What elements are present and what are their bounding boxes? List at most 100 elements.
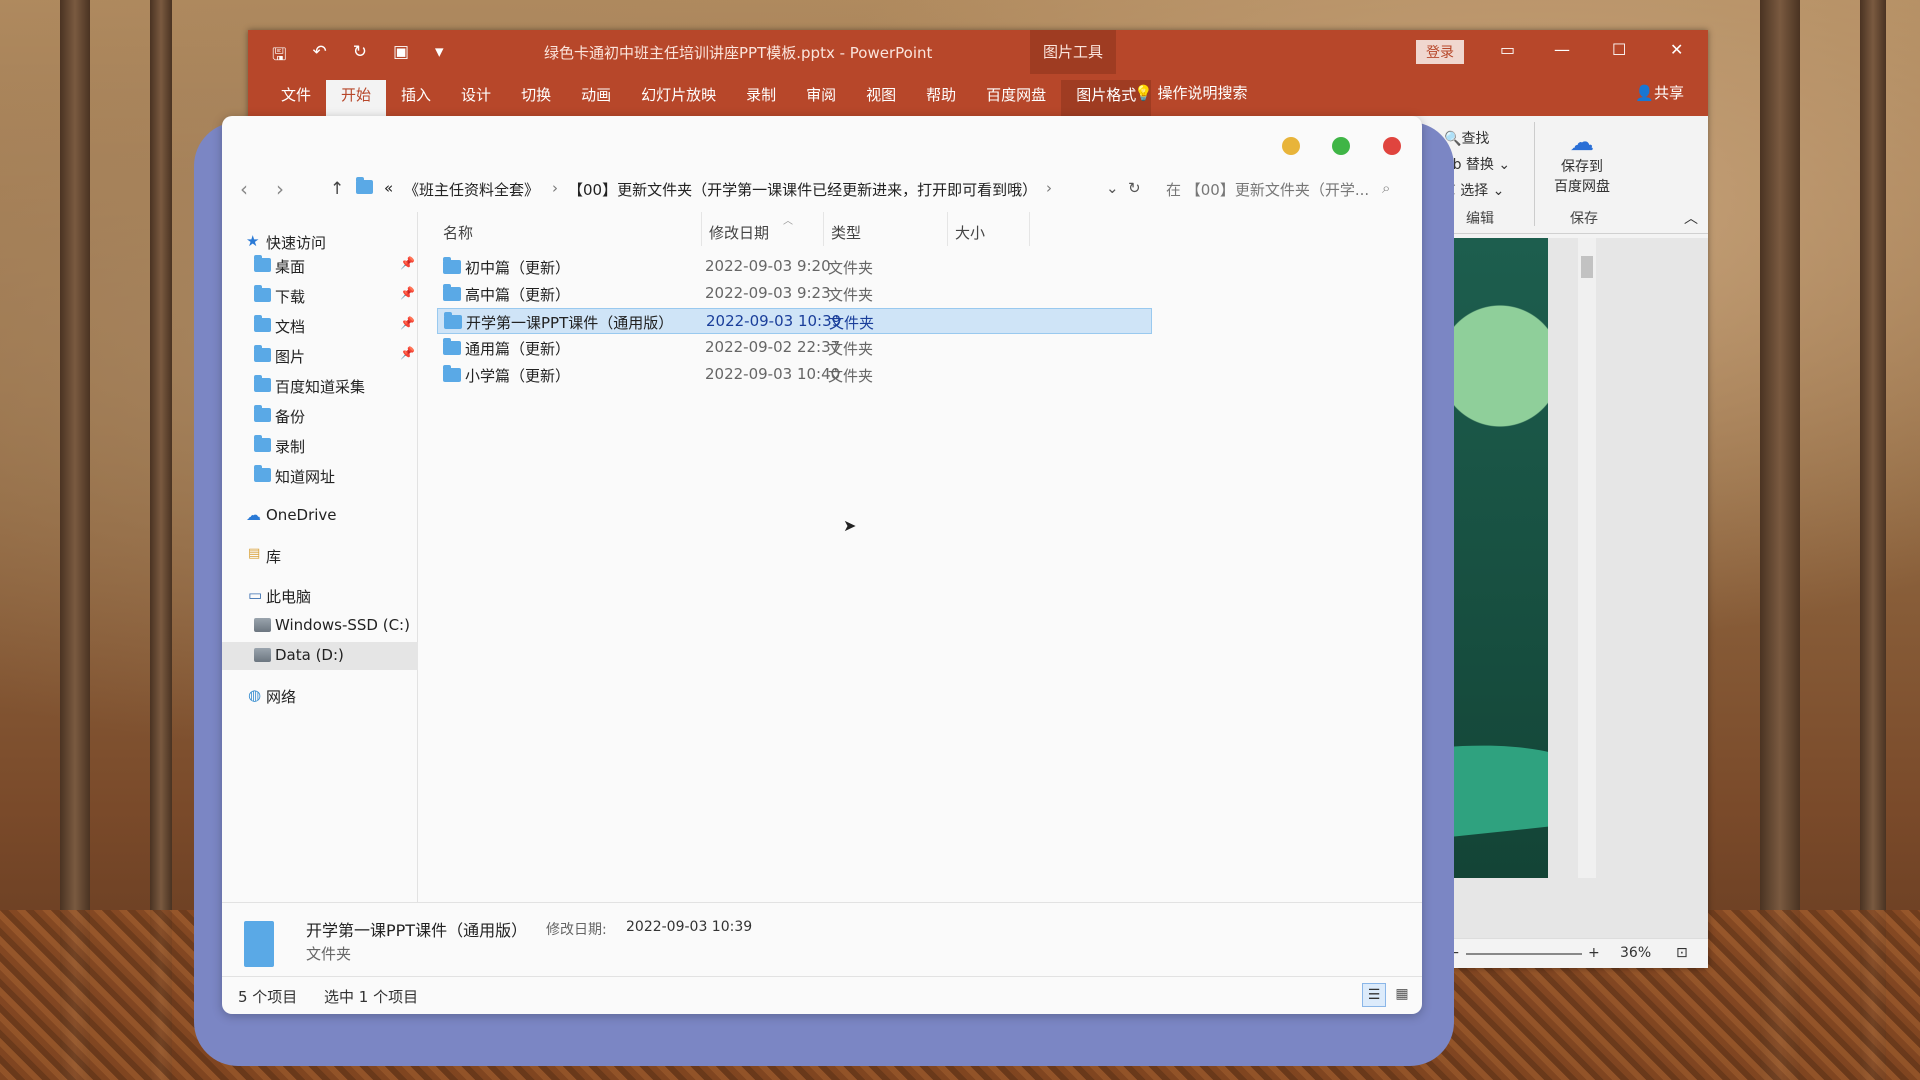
login-button[interactable]: 登录	[1416, 40, 1464, 64]
column-date[interactable]: 修改日期	[709, 222, 769, 243]
column-divider[interactable]	[1029, 212, 1030, 246]
tab-animations[interactable]: 动画	[566, 80, 626, 116]
sidebar-item-documents[interactable]: 文档 📌	[222, 312, 418, 340]
column-name[interactable]: 名称	[443, 222, 473, 243]
breadcrumb-overflow[interactable]: «	[384, 179, 393, 197]
sidebar-item-backup[interactable]: 备份	[222, 402, 418, 430]
sidebar-label: 文档	[275, 318, 306, 336]
address-bar: ‹ › ↑ « 《班主任资料全套》 › 【00】更新文件夹（开学第一课课件已经更…	[222, 166, 1422, 212]
save-group-label: 保存	[1570, 211, 1598, 227]
star-icon: ★	[246, 232, 260, 250]
find-button[interactable]: 🔍查找	[1444, 128, 1489, 148]
close-icon[interactable]: ✕	[1670, 40, 1683, 59]
sidebar-item-zhidao-url[interactable]: 知道网址	[222, 462, 418, 490]
sidebar-label: 此电脑	[266, 588, 312, 606]
large-icons-view-icon[interactable]: ▦	[1390, 983, 1414, 1007]
column-divider[interactable]	[823, 212, 824, 246]
sidebar-item-record[interactable]: 录制	[222, 432, 418, 460]
collapse-ribbon-icon[interactable]: ︿	[1684, 208, 1698, 228]
pin-icon[interactable]: 📌	[400, 256, 415, 270]
close-dot-icon[interactable]	[1383, 137, 1401, 155]
sidebar-item-desktop[interactable]: 桌面 📌	[222, 252, 418, 280]
tab-slideshow[interactable]: 幻灯片放映	[626, 80, 731, 116]
up-icon[interactable]: ↑	[330, 179, 344, 199]
minimize-dot-icon[interactable]	[1282, 137, 1300, 155]
details-date: 2022-09-03 10:39	[626, 919, 753, 935]
tab-record[interactable]: 录制	[731, 80, 791, 116]
tab-review[interactable]: 审阅	[791, 80, 851, 116]
sidebar-item-downloads[interactable]: 下载 📌	[222, 282, 418, 310]
breadcrumb-parent[interactable]: 《班主任资料全套》	[404, 179, 539, 200]
tab-help[interactable]: 帮助	[911, 80, 971, 116]
customize-icon[interactable]: ▾	[435, 42, 444, 71]
sidebar-this-pc[interactable]: ▭ 此电脑	[222, 582, 418, 610]
save-to-baidu-button[interactable]: ☁ 保存到 百度网盘	[1542, 128, 1622, 196]
back-icon[interactable]: ‹	[240, 177, 248, 201]
sidebar-item-baidu-collect[interactable]: 百度知道采集	[222, 372, 418, 400]
tab-home[interactable]: 开始	[326, 80, 387, 116]
history-dropdown-icon[interactable]: ⌄	[1106, 179, 1119, 197]
tell-me-search[interactable]: 💡 操作说明搜索	[1134, 82, 1247, 103]
save-icon[interactable]: 🖫	[272, 42, 286, 71]
tab-design[interactable]: 设计	[446, 80, 506, 116]
search-icon[interactable]: ⌕	[1382, 179, 1390, 197]
details-date-label: 修改日期:	[546, 922, 607, 938]
maximize-icon[interactable]: ☐	[1612, 40, 1626, 59]
pin-icon[interactable]: 📌	[400, 286, 415, 300]
ribbon-display-icon[interactable]: ▭	[1500, 40, 1515, 59]
large-folder-icon	[244, 921, 274, 967]
file-row[interactable]: 初中篇（更新） 2022-09-03 9:20 文件夹	[437, 254, 1152, 280]
folder-icon	[254, 285, 271, 302]
file-row[interactable]: 通用篇（更新） 2022-09-02 22:37 文件夹	[437, 335, 1152, 361]
breadcrumb-current[interactable]: 【00】更新文件夹（开学第一课课件已经更新进来，打开即可看到哦）	[568, 179, 1037, 200]
sidebar-label: Data (D:)	[275, 646, 344, 664]
sidebar-network[interactable]: ◍ 网络	[222, 682, 418, 710]
navigation-pane: ★ 快速访问 桌面 📌 下载 📌 文档 📌 图片 📌 百度知道采集 备份 录制 …	[222, 212, 418, 902]
zoom-slider[interactable]	[1466, 953, 1582, 955]
folder-icon	[254, 435, 271, 452]
fit-slide-icon[interactable]: ⊡	[1676, 945, 1688, 961]
file-type: 文件夹	[828, 367, 874, 385]
sidebar-item-pictures[interactable]: 图片 📌	[222, 342, 418, 370]
tab-baidu-netdisk[interactable]: 百度网盘	[971, 80, 1061, 116]
share-button[interactable]: 👤共享	[1635, 82, 1684, 103]
refresh-icon[interactable]: ↻	[1128, 179, 1141, 197]
column-type[interactable]: 类型	[831, 222, 861, 243]
zoom-in-icon[interactable]: +	[1588, 945, 1600, 961]
column-divider[interactable]	[947, 212, 948, 246]
pin-icon[interactable]: 📌	[400, 316, 415, 330]
search-input[interactable]: 在 【00】更新文件夹（开学...	[1166, 179, 1369, 200]
slide-scrollbar[interactable]	[1578, 238, 1596, 878]
cloud-icon: ☁	[246, 506, 261, 524]
file-list: ︿ 名称 修改日期 类型 大小 初中篇（更新） 2022-09-03 9:20 …	[419, 212, 1422, 902]
present-icon[interactable]: ▣	[393, 42, 409, 71]
tab-view[interactable]: 视图	[851, 80, 911, 116]
sidebar-library[interactable]: ▤ 库	[222, 542, 418, 570]
forward-icon[interactable]: ›	[276, 177, 284, 201]
pin-icon[interactable]: 📌	[400, 346, 415, 360]
column-size[interactable]: 大小	[955, 222, 985, 243]
mouse-cursor-icon: ➤	[843, 516, 857, 535]
tab-transitions[interactable]: 切换	[506, 80, 566, 116]
redo-icon[interactable]: ↻	[353, 42, 367, 71]
sidebar-label: 快速访问	[266, 234, 327, 252]
replace-label: 替换	[1465, 157, 1494, 173]
sidebar-label: OneDrive	[266, 506, 337, 524]
file-row[interactable]: 高中篇（更新） 2022-09-03 9:23 文件夹	[437, 281, 1152, 307]
undo-icon[interactable]: ↶	[312, 42, 326, 71]
sidebar-drive-d[interactable]: Data (D:)	[222, 642, 418, 670]
scroll-thumb[interactable]	[1581, 256, 1593, 278]
zoom-dot-icon[interactable]	[1332, 137, 1350, 155]
file-row[interactable]: 小学篇（更新） 2022-09-03 10:40 文件夹	[437, 362, 1152, 388]
tab-file[interactable]: 文件	[266, 80, 326, 116]
column-divider[interactable]	[701, 212, 702, 246]
folder-breadcrumb-icon	[356, 177, 374, 194]
minimize-icon[interactable]: —	[1554, 40, 1570, 59]
sidebar-drive-c[interactable]: Windows-SSD (C:)	[222, 612, 418, 640]
file-row-selected[interactable]: 开学第一课PPT课件（通用版） 2022-09-03 10:39 文件夹	[437, 308, 1152, 334]
sidebar-onedrive[interactable]: ☁ OneDrive	[222, 502, 418, 530]
file-name: 通用篇（更新）	[465, 340, 571, 358]
details-view-icon[interactable]: ☰	[1362, 983, 1386, 1007]
zoom-level[interactable]: 36%	[1620, 945, 1651, 961]
tab-insert[interactable]: 插入	[386, 80, 446, 116]
